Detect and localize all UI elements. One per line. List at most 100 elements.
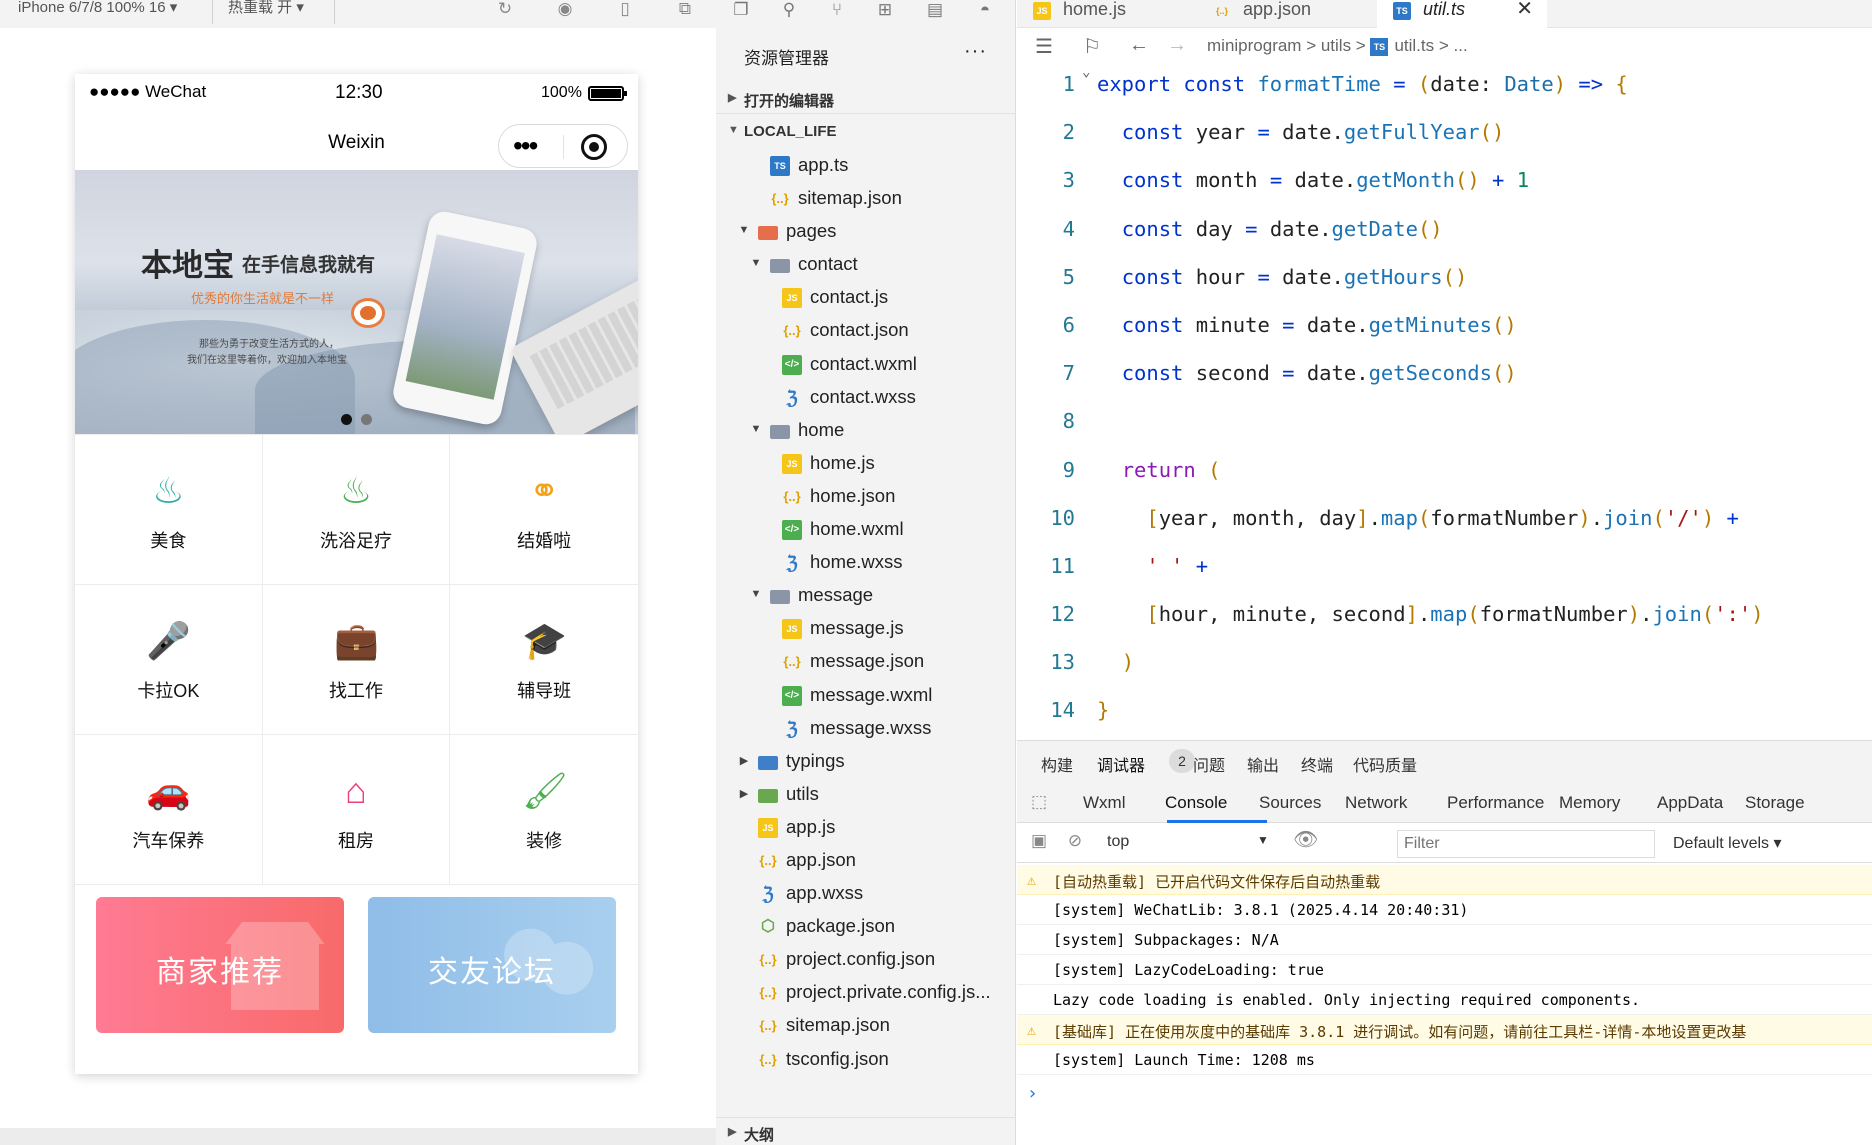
grid-item[interactable]: ⚭ 结婚啦 [450,435,638,585]
chevron-right-icon[interactable]: ▶ [738,787,750,800]
device-selector[interactable]: iPhone 6/7/8 100% 16 ▾ [18,0,177,16]
grid-item[interactable]: 🚗 汽车保养 [75,735,263,885]
back-arrow-icon[interactable]: ← [1129,34,1149,57]
grid-item[interactable]: 🎓 辅导班 [450,585,638,735]
code-line[interactable]: 9 return ( [1017,450,1872,498]
devtools-tab[interactable]: Wxml [1083,793,1125,813]
panel-tab[interactable]: 构建 [1041,752,1073,776]
docker-icon[interactable]: ◓ [972,0,998,22]
file-tree-item[interactable]: {..} project.private.config.js... [716,976,1016,1009]
code-line[interactable]: 8 [1017,401,1872,449]
chevron-down-icon[interactable]: ▼ [750,588,762,600]
breadcrumb[interactable]: miniprogram > utils > TS util.ts > ... [1207,36,1468,56]
panel-tab[interactable]: 终端 [1301,752,1333,776]
file-tree-item[interactable]: ℨhome.wxss [716,546,1016,579]
grid-item[interactable]: ⌂ 租房 [262,735,451,885]
code-line[interactable]: 3 const month = date.getMonth() + 1 [1017,160,1872,208]
devtools-tab[interactable]: AppData [1657,793,1723,813]
file-tree-item[interactable]: {..} sitemap.json [716,1009,1016,1042]
inspect-element-icon[interactable]: ⬚ [1029,793,1049,813]
code-line[interactable]: 1 ⌄ export const formatTime = (date: Date)… [1017,64,1872,112]
window-icon[interactable]: ⧉ [675,0,695,20]
devtools-tab[interactable]: Performance [1447,793,1544,813]
fold-chevron-icon[interactable]: ⌄ [1082,64,1090,80]
log-levels-selector[interactable]: Default levels ▾ [1673,833,1782,853]
devtools-tab[interactable]: Sources [1259,793,1321,813]
forum-promo-card[interactable]: 交友论坛 [368,897,616,1033]
file-tree-item[interactable]: ⬡ package.json [716,910,1016,943]
context-selector[interactable]: top [1107,833,1129,851]
project-section[interactable]: ▼ LOCAL_LIFE [716,117,1016,147]
file-tree-item[interactable]: ▶ utils [716,778,1016,811]
save-icon[interactable]: ▤ [922,0,948,22]
file-tree-item[interactable]: ℨmessage.wxss [716,712,1016,745]
file-tree-item[interactable]: ▼ message [716,579,1016,612]
stop-icon[interactable]: ◉ [555,0,575,20]
file-tree-item[interactable]: {..} project.config.json [716,943,1016,976]
swiper-indicator-dot[interactable] [361,414,372,425]
console-input[interactable]: › [1017,1075,1872,1105]
clear-console-icon[interactable]: ⊘ [1065,832,1085,852]
refresh-icon[interactable]: ↻ [495,0,515,20]
chevron-down-icon[interactable]: ▼ [750,423,762,435]
file-tree-item[interactable]: {..} tsconfig.json [716,1043,1016,1076]
code-line[interactable]: 11 ' ' + [1017,546,1872,594]
more-actions-icon[interactable]: ··· [964,40,987,63]
file-tree-item[interactable]: {..} contact.json [716,314,1016,347]
bookmark-icon[interactable]: ⚐ [1083,34,1101,59]
chevron-down-icon[interactable]: ▼ [750,257,762,269]
file-tree-item[interactable]: </> message.wxml [716,679,1016,712]
extensions-icon[interactable]: ⊞ [872,0,898,22]
swiper-indicator-dot[interactable] [341,414,352,425]
code-line[interactable]: 2 const year = date.getFullYear() [1017,112,1872,160]
devtools-tab[interactable]: Network [1345,793,1407,813]
panel-tab[interactable]: 输出 [1247,752,1279,776]
file-tree-item[interactable]: ▼ contact [716,248,1016,281]
forward-arrow-icon[interactable]: → [1167,34,1187,57]
code-line[interactable]: 5 const hour = date.getHours() [1017,257,1872,305]
banner-swiper[interactable]: 本地宝 在手信息我就有 优秀的你生活就是不一样 那些为勇于改变生活方式的人， 我… [75,170,638,434]
panel-tab[interactable]: 调试器 [1097,752,1145,776]
file-tree-item[interactable]: {..} sitemap.json [716,182,1016,215]
code-line[interactable]: 4 const day = date.getDate() [1017,209,1872,257]
file-tree-item[interactable]: ℨapp.wxss [716,877,1016,910]
outline-section[interactable]: ▶ 大纲 [716,1117,1016,1145]
phone-icon[interactable]: ▯ [615,0,635,20]
file-tree-item[interactable]: JS message.js [716,612,1016,645]
file-tree-item[interactable]: JS home.js [716,447,1016,480]
file-tree-item[interactable]: {..} message.json [716,645,1016,678]
close-miniprogram-icon[interactable] [581,134,607,160]
open-editors-section[interactable]: ▶ 打开的编辑器 [716,84,1016,114]
editor-tab[interactable]: TS util.ts ✕ [1377,0,1547,28]
file-tree-item[interactable]: </> contact.wxml [716,348,1016,381]
files-icon[interactable]: ❐ [728,0,754,22]
sidebar-toggle-icon[interactable]: ▣ [1029,832,1049,852]
devtools-tab[interactable]: Storage [1745,793,1805,813]
chevron-right-icon[interactable]: ▶ [738,754,750,767]
code-line[interactable]: 14} [1017,690,1872,738]
more-dots-icon[interactable]: ••• [513,132,538,160]
grid-item[interactable]: ♨ 美食 [75,435,263,585]
code-area[interactable]: 1 ⌄ export const formatTime = (date: Date)… [1017,64,1872,739]
code-line[interactable]: 13 ) [1017,642,1872,690]
search-icon[interactable]: ⚲ [776,0,802,22]
file-tree-item[interactable]: </> home.wxml [716,513,1016,546]
file-tree-item[interactable]: JS app.js [716,811,1016,844]
file-tree-item[interactable]: {..} app.json [716,844,1016,877]
code-line[interactable]: 6 const minute = date.getMinutes() [1017,305,1872,353]
file-tree-item[interactable]: ▼ pages [716,215,1016,248]
source-control-icon[interactable]: ⑂ [824,0,850,22]
grid-item[interactable]: 🖌 装修 [450,735,638,885]
devtools-tab[interactable]: Console [1165,793,1227,813]
grid-item[interactable]: 💼 找工作 [262,585,451,735]
close-icon[interactable]: ✕ [1516,0,1533,19]
file-tree-item[interactable]: {..} home.json [716,480,1016,513]
hot-reload-selector[interactable]: 热重载 开 ▾ [228,0,304,16]
chevron-down-icon[interactable]: ▼ [738,224,750,236]
code-line[interactable]: 12 [hour, minute, second].map(formatNumb… [1017,594,1872,642]
file-tree-item[interactable]: ▶ typings [716,745,1016,778]
code-line[interactable]: 7 const second = date.getSeconds() [1017,353,1872,401]
grid-item[interactable]: ♨ 洗浴足疗 [262,435,451,585]
code-line[interactable]: 10 [year, month, day].map(formatNumber).… [1017,498,1872,546]
grid-item[interactable]: 🎤 卡拉OK [75,585,263,735]
